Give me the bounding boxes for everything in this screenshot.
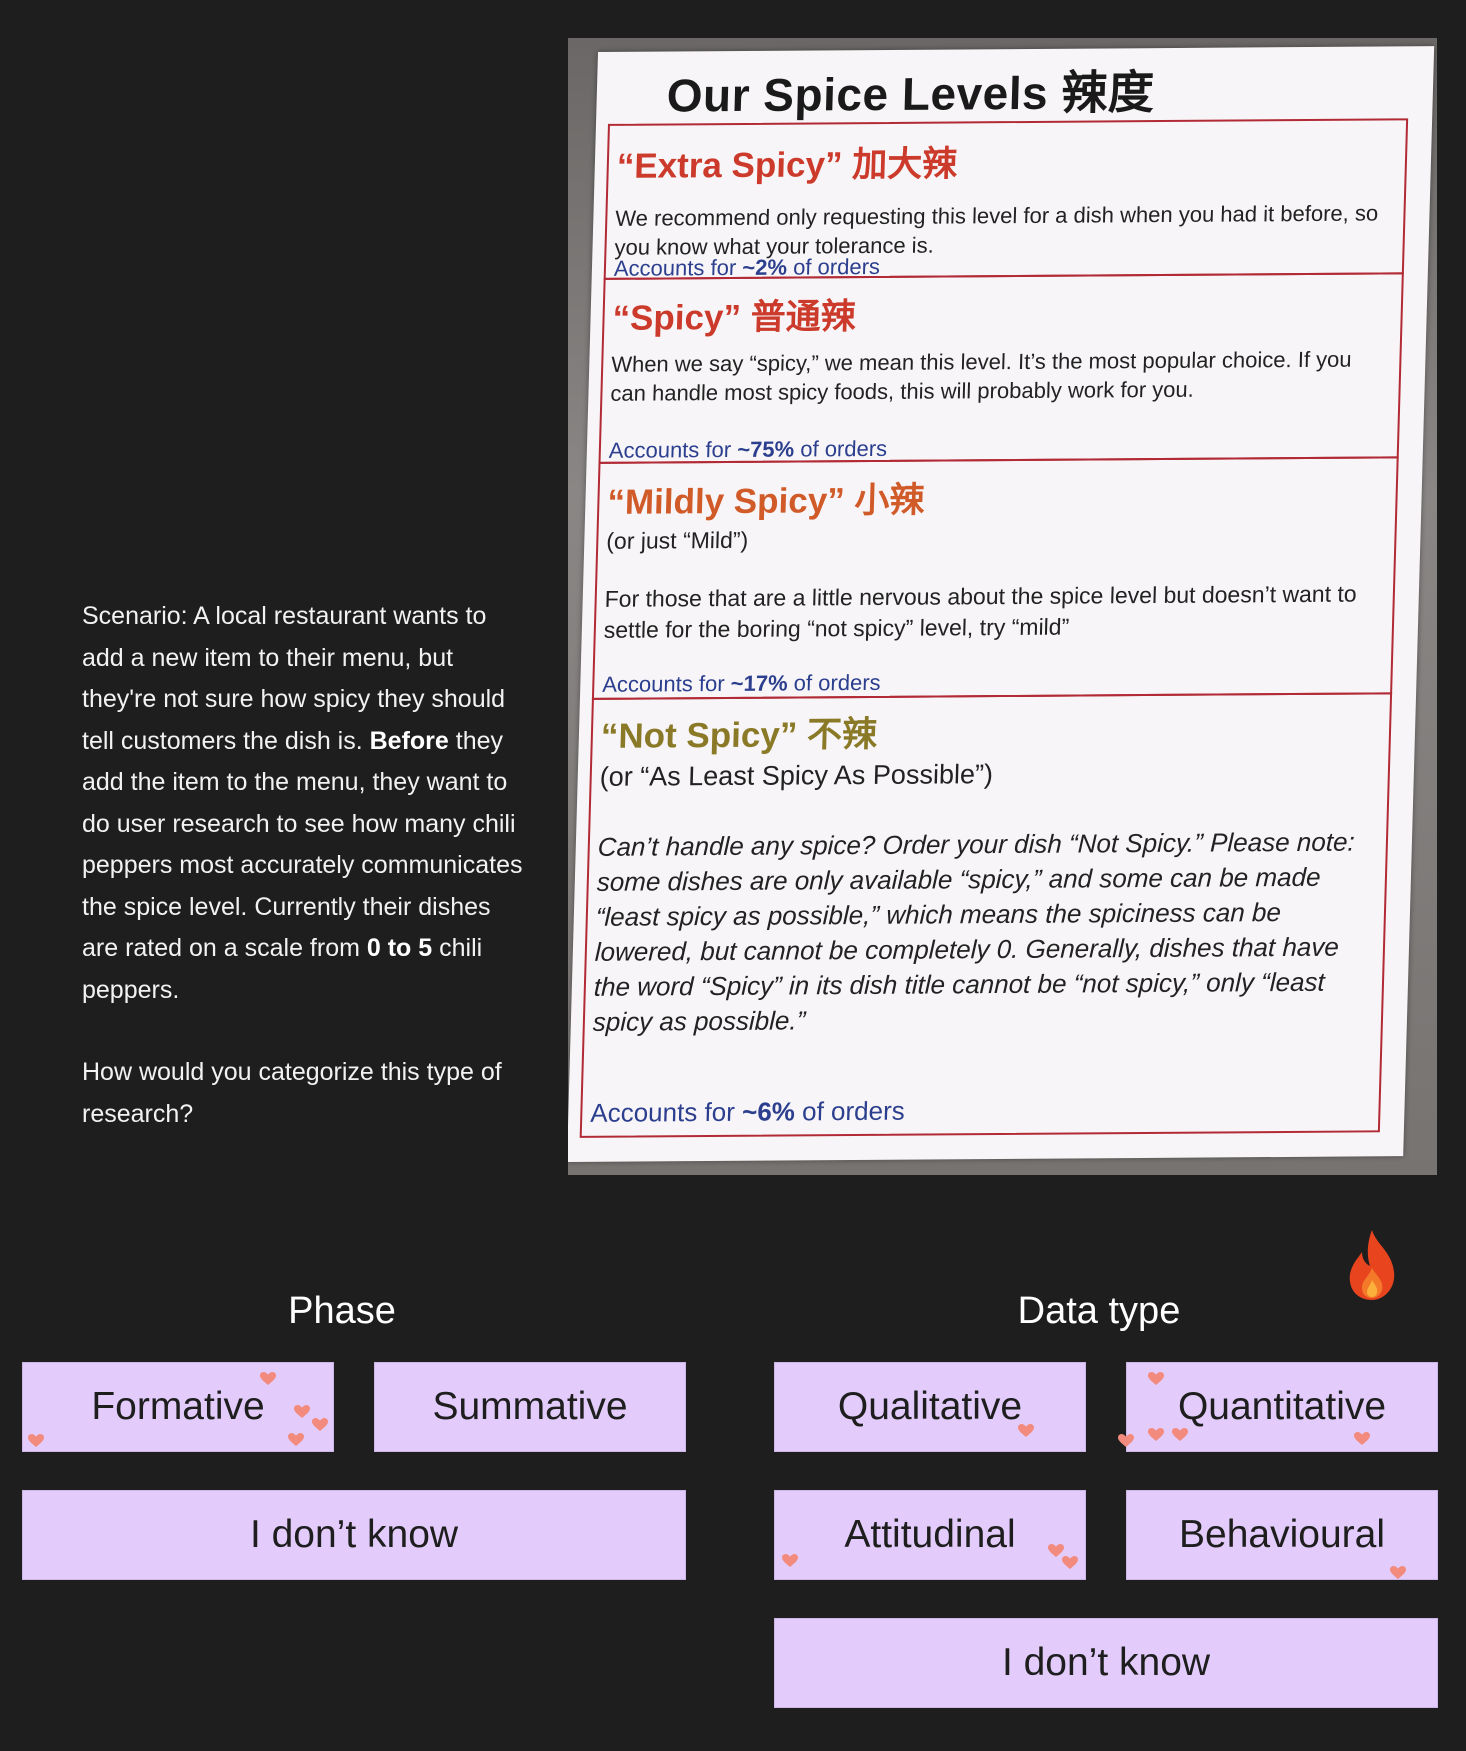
level-title: “Mildly Spicy” 小辣 (606, 480, 926, 522)
menu-paper: Our Spice Levels 辣度 “Extra Spicy” 加大辣 We… (568, 46, 1435, 1162)
data-type-dont-know-option[interactable]: I don’t know (774, 1618, 1438, 1708)
heart-icon (782, 1554, 798, 1567)
heart-icon (1062, 1556, 1078, 1569)
heart-icon (288, 1433, 304, 1446)
level-description: Can’t handle any spice? Order your dish … (592, 826, 1356, 1037)
heart-icon (1118, 1434, 1134, 1447)
heart-icon (1172, 1428, 1188, 1441)
level-description: For those that are a little nervous abou… (603, 580, 1358, 643)
spice-menu-photo: Our Spice Levels 辣度 “Extra Spicy” 加大辣 We… (568, 38, 1437, 1175)
scenario-question: How would you categorize this type of re… (82, 1058, 502, 1128)
level-mildly-spicy: “Mildly Spicy” 小辣 (or just “Mild”) For t… (591, 456, 1399, 700)
scenario-scale: 0 to 5 (366, 934, 433, 962)
level-title: “Not Spicy” 不辣 (600, 714, 878, 756)
heart-icon (294, 1405, 310, 1418)
heart-icon (1018, 1424, 1034, 1437)
level-title: “Extra Spicy” 加大辣 (616, 144, 958, 186)
level-description: When we say “spicy,” we mean this level.… (610, 346, 1352, 406)
attitudinal-option[interactable]: Attitudinal (774, 1490, 1086, 1580)
level-description: We recommend only requesting this level … (614, 200, 1379, 260)
heart-icon (1354, 1432, 1370, 1445)
level-spicy: “Spicy” 普通辣 When we say “spicy,” we mean… (598, 272, 1404, 464)
heart-icon (260, 1372, 276, 1385)
qualitative-option[interactable]: Qualitative (774, 1362, 1086, 1452)
heart-icon (312, 1418, 328, 1431)
summative-option[interactable]: Summative (374, 1362, 686, 1452)
level-subtitle: (or “As Least Spicy As Possible”) (599, 759, 994, 792)
level-not-spicy: “Not Spicy” 不辣 (or “As Least Spicy As Po… (579, 692, 1393, 1138)
phase-title: Phase (288, 1290, 396, 1332)
level-title: “Spicy” 普通辣 (612, 297, 857, 338)
heart-icon (1148, 1372, 1164, 1385)
heart-icon (1390, 1566, 1406, 1579)
level-subtitle: (or just “Mild”) (605, 526, 749, 554)
scenario-text: Scenario: A local restaurant wants to ad… (82, 596, 532, 1135)
scenario-paragraph: Scenario: A local restaurant wants to ad… (82, 596, 532, 1011)
phase-dont-know-option[interactable]: I don’t know (22, 1490, 686, 1580)
level-accounts: Accounts for ~17% of orders (601, 669, 881, 697)
level-extra-spicy: “Extra Spicy” 加大辣 We recommend only requ… (603, 118, 1409, 281)
scenario-line2: they add the item to the menu, they want… (82, 726, 523, 963)
heart-icon (28, 1434, 44, 1447)
data-type-title: Data type (1017, 1290, 1181, 1332)
scenario-before: Before (369, 726, 449, 755)
menu-title: Our Spice Levels 辣度 (666, 66, 1156, 122)
heart-icon (1148, 1428, 1164, 1441)
level-accounts: Accounts for ~6% of orders (589, 1095, 906, 1128)
